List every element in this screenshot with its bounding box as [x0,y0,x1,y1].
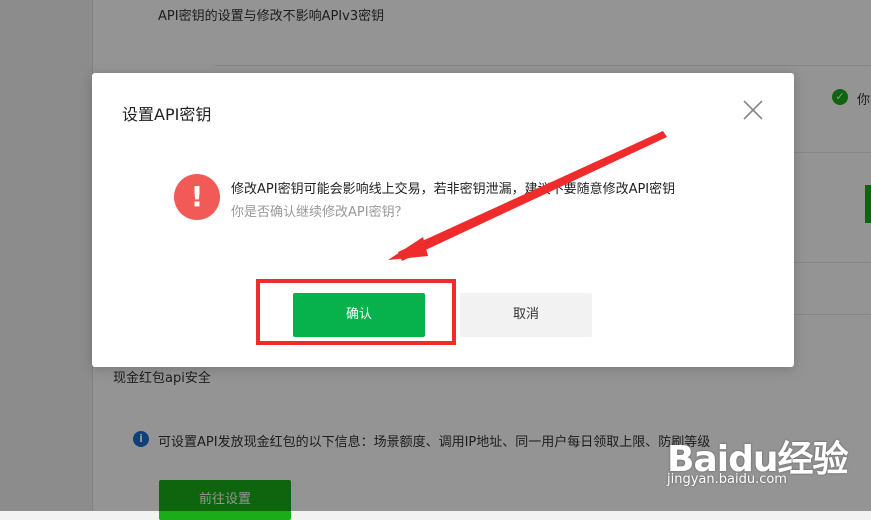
watermark-url: jingyan.baidu.com [667,472,787,487]
baidu-watermark: Baidu经验 jingyan.baidu.com [667,412,867,502]
